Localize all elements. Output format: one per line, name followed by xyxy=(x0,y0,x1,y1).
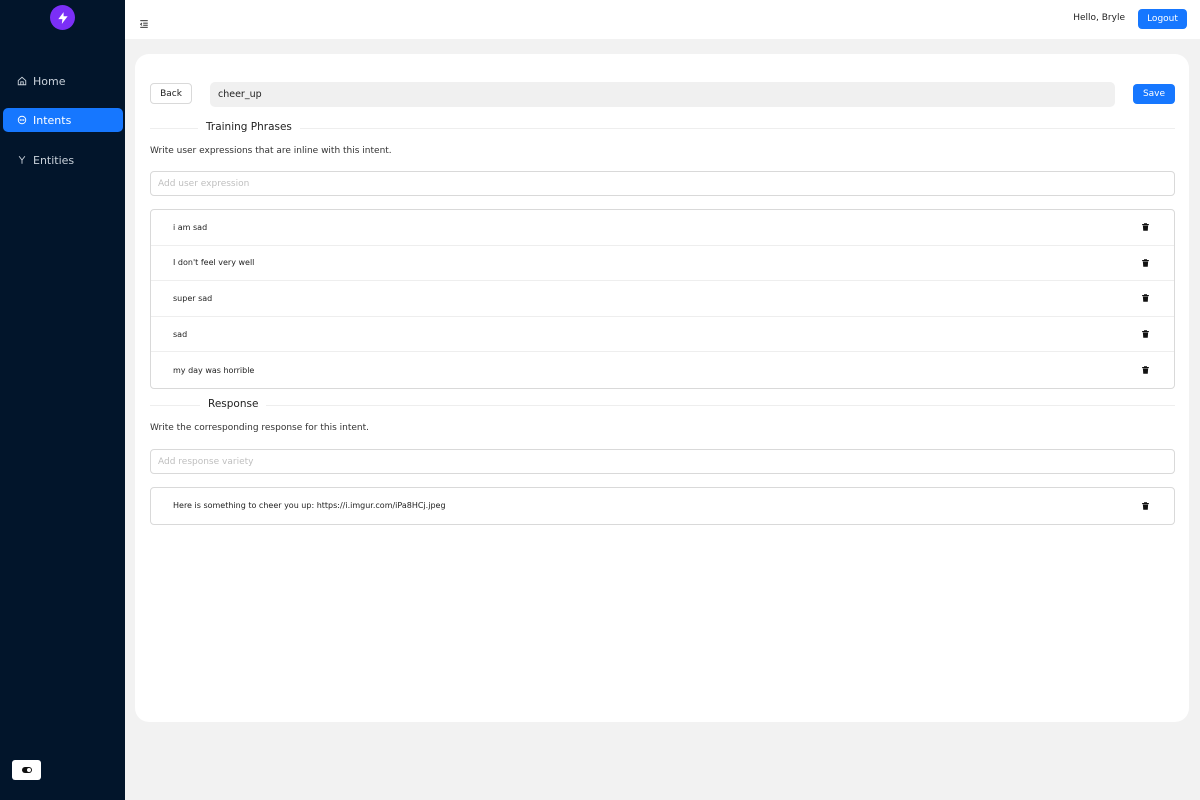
sidebar-item-label: Entities xyxy=(33,153,75,167)
response-text: Here is something to cheer you up: https… xyxy=(173,501,446,511)
message-bubble-icon xyxy=(17,115,27,125)
user-greeting: Hello, Bryle xyxy=(1073,13,1125,23)
phrase-text: my day was horrible xyxy=(173,365,255,375)
list-item: sad xyxy=(151,317,1174,353)
toggle-icon xyxy=(21,767,32,773)
add-user-expression-input[interactable] xyxy=(150,171,1175,196)
trash-icon[interactable] xyxy=(1141,501,1150,511)
list-item: super sad xyxy=(151,281,1174,317)
phrase-text: super sad xyxy=(173,293,213,303)
trash-icon[interactable] xyxy=(1141,329,1150,339)
trash-icon[interactable] xyxy=(1141,365,1150,375)
theme-toggle-button[interactable] xyxy=(12,760,41,780)
save-button[interactable]: Save xyxy=(1133,84,1175,104)
sidebar-item-intents[interactable]: Intents xyxy=(3,108,123,132)
logout-button[interactable]: Logout xyxy=(1138,9,1187,29)
section-divider xyxy=(150,405,1175,406)
trash-icon[interactable] xyxy=(1141,222,1150,232)
list-item: I don't feel very well xyxy=(151,246,1174,282)
sidebar-item-home[interactable]: Home xyxy=(3,69,123,93)
home-icon xyxy=(17,76,27,86)
trash-icon[interactable] xyxy=(1141,293,1150,303)
response-list: Here is something to cheer you up: https… xyxy=(150,487,1175,525)
list-item: my day was horrible xyxy=(151,352,1174,388)
list-item: Here is something to cheer you up: https… xyxy=(151,488,1174,524)
response-title: Response xyxy=(200,398,267,410)
sidebar-item-label: Intents xyxy=(33,113,72,127)
intent-name-input[interactable] xyxy=(210,82,1115,107)
response-description: Write the corresponding response for thi… xyxy=(150,423,370,433)
menu-fold-icon[interactable] xyxy=(139,14,149,28)
sidebar-item-entities[interactable]: Entities xyxy=(3,148,123,172)
training-phrases-list: i am sad I don't feel very well super sa… xyxy=(150,209,1175,389)
section-divider xyxy=(150,128,1175,129)
back-button[interactable]: Back xyxy=(150,83,192,104)
sidebar-item-label: Home xyxy=(33,74,66,88)
top-header: Hello, Bryle Logout xyxy=(125,0,1200,39)
list-item: i am sad xyxy=(151,210,1174,246)
lightning-bolt-icon[interactable] xyxy=(50,5,75,30)
intent-editor-card: Back Save Training Phrases Write user ex… xyxy=(135,54,1189,722)
fork-icon xyxy=(17,155,27,165)
phrase-text: sad xyxy=(173,329,188,339)
training-phrases-description: Write user expressions that are inline w… xyxy=(150,146,392,156)
trash-icon[interactable] xyxy=(1141,258,1150,268)
phrase-text: I don't feel very well xyxy=(173,258,255,268)
sidebar: Home Intents Entities xyxy=(0,0,125,800)
training-phrases-title: Training Phrases xyxy=(198,121,300,133)
phrase-text: i am sad xyxy=(173,222,208,232)
add-response-variety-input[interactable] xyxy=(150,449,1175,474)
